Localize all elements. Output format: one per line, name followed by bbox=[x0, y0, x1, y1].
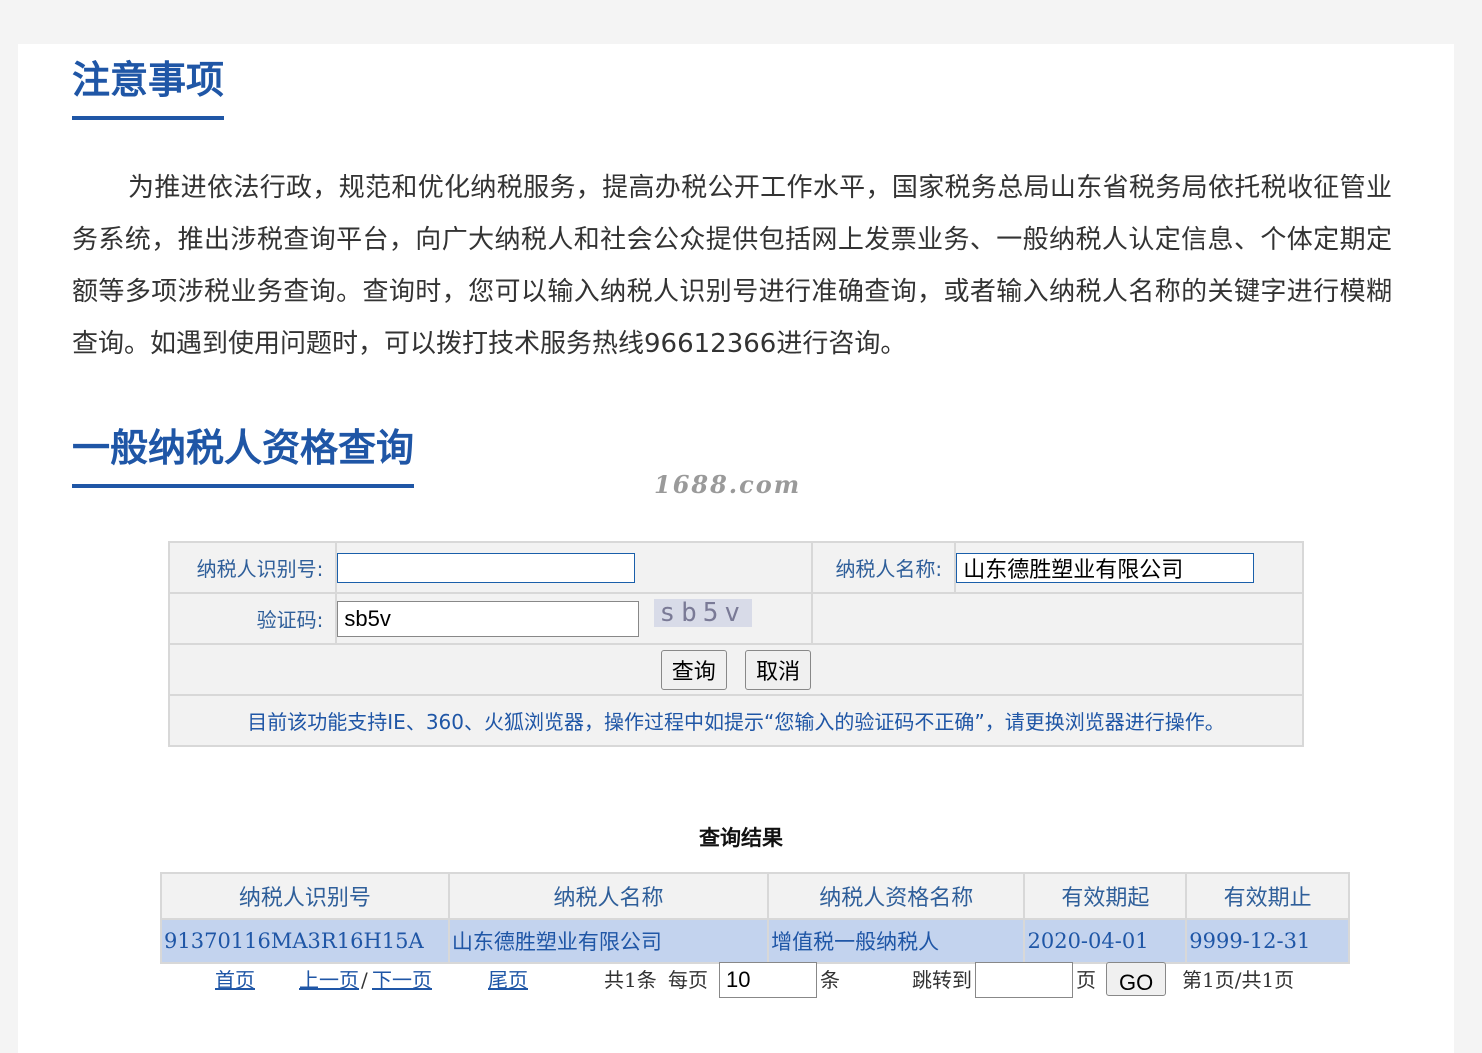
total-count: 共1条 bbox=[604, 968, 657, 992]
search-button[interactable]: 查询 bbox=[660, 649, 727, 690]
results-title: 查询结果 bbox=[699, 825, 783, 850]
taxpayer-name-cell: 山东德胜塑业有限公司 bbox=[447, 918, 770, 964]
column-header: 纳税人资格名称 bbox=[767, 872, 1026, 920]
jump-page-unit: 页 bbox=[1076, 968, 1096, 992]
results-header-row: 纳税人识别号 纳税人名称 纳税人资格名称 有效期起 有效期止 bbox=[160, 872, 1350, 920]
per-page-label: 每页 bbox=[668, 968, 708, 992]
taxpayer-id-label: 纳税人识别号: bbox=[167, 541, 338, 594]
taxpayer-id-cell bbox=[335, 541, 813, 594]
taxpayer-id-cell: 91370116MA3R16H15A bbox=[160, 918, 450, 964]
prev-page-link[interactable]: 上一页 bbox=[299, 960, 359, 1000]
last-page-link[interactable]: 尾页 bbox=[488, 960, 528, 1000]
first-page-link[interactable]: 首页 bbox=[215, 960, 255, 1000]
button-row: 查询 取消 bbox=[168, 643, 1304, 696]
captcha-label: 验证码: bbox=[167, 592, 338, 645]
column-header: 有效期止 bbox=[1185, 872, 1350, 920]
per-page-input[interactable] bbox=[719, 962, 817, 998]
taxpayer-name-input[interactable] bbox=[956, 552, 1255, 583]
jump-page-input[interactable] bbox=[975, 962, 1073, 998]
valid-to-cell: 9999-12-31 bbox=[1185, 918, 1350, 964]
query-form: 纳税人识别号: 纳税人名称: 验证码: sb5v 查询 取消 目前该功能支持IE… bbox=[167, 541, 1305, 747]
column-header: 纳税人识别号 bbox=[160, 872, 450, 920]
browser-hint: 目前该功能支持IE、360、火狐浏览器，操作过程中如提示“您输入的验证码不正确”… bbox=[168, 694, 1304, 747]
qualification-cell: 增值税一般纳税人 bbox=[767, 918, 1026, 964]
captcha-image[interactable]: sb5v bbox=[653, 598, 752, 627]
taxpayer-id-input[interactable] bbox=[337, 552, 636, 583]
taxpayer-name-cell bbox=[954, 541, 1304, 594]
captcha-input[interactable] bbox=[337, 600, 640, 637]
go-button[interactable]: GO bbox=[1106, 962, 1167, 996]
taxpayer-name-label: 纳税人名称: bbox=[810, 541, 957, 594]
empty-cell bbox=[810, 592, 1305, 645]
next-page-link[interactable]: 下一页 bbox=[372, 960, 432, 1000]
notice-title: 注意事项 bbox=[72, 59, 225, 120]
column-header: 纳税人名称 bbox=[447, 872, 770, 920]
watermark: 1688.com bbox=[654, 470, 802, 499]
notice-text: 为推进依法行政，规范和优化纳税服务，提高办税公开工作水平，国家税务总局山东省税务… bbox=[72, 173, 1392, 359]
captcha-cell: sb5v bbox=[335, 592, 813, 645]
jump-label: 跳转到 bbox=[912, 968, 972, 992]
table-row[interactable]: 91370116MA3R16H15A 山东德胜塑业有限公司 增值税一般纳税人 2… bbox=[160, 918, 1350, 964]
pager-separator: / bbox=[361, 968, 368, 992]
page-status: 第1页/共1页 bbox=[1182, 968, 1295, 992]
results-table: 纳税人识别号 纳税人名称 纳税人资格名称 有效期起 有效期止 91370116M… bbox=[160, 872, 1350, 964]
per-page-unit: 条 bbox=[820, 968, 840, 992]
column-header: 有效期起 bbox=[1023, 872, 1188, 920]
pagination-bar: 首页 上一页 / 下一页 尾页 共1条 每页 条 跳转到 页 GO 第1页/共1… bbox=[0, 960, 1482, 1000]
query-title: 一般纳税人资格查询 bbox=[72, 427, 415, 488]
cancel-button[interactable]: 取消 bbox=[745, 649, 812, 690]
valid-from-cell: 2020-04-01 bbox=[1023, 918, 1188, 964]
